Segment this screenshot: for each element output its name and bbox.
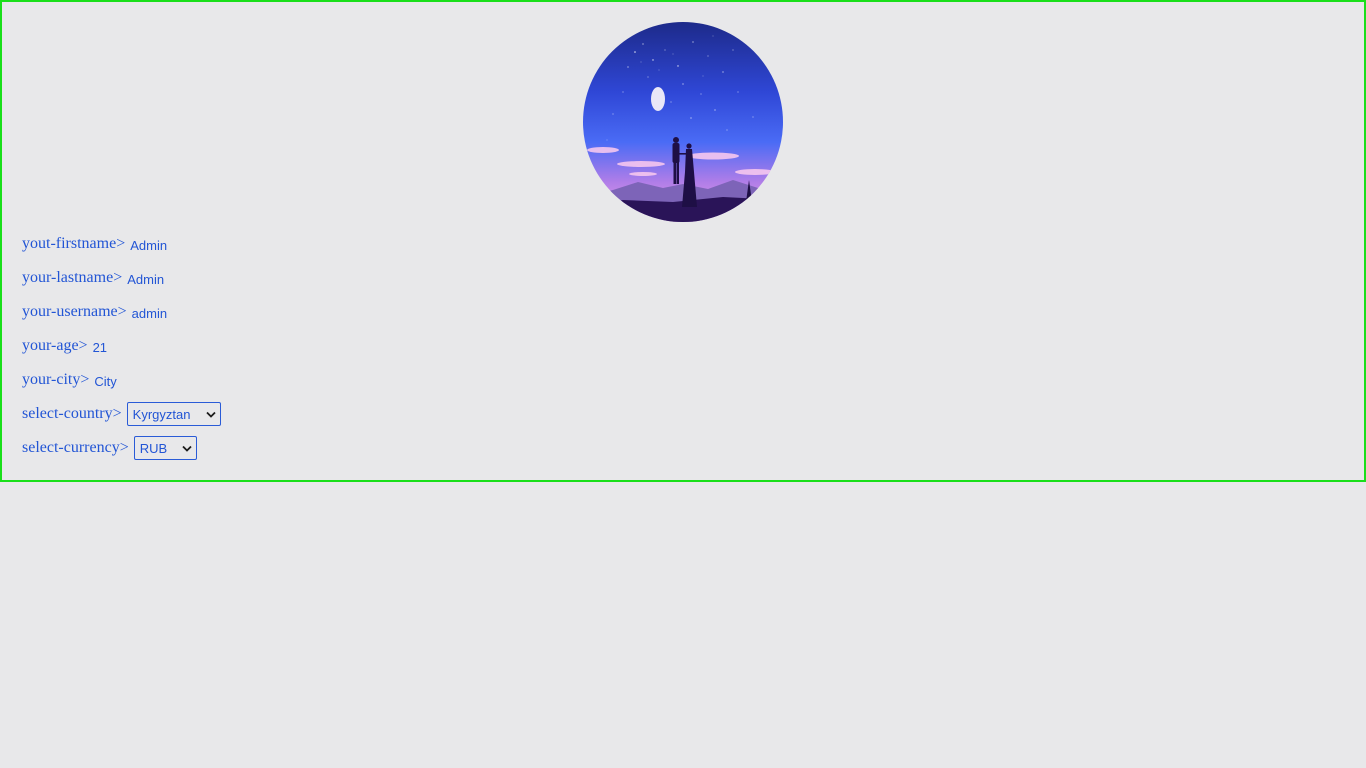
country-row: select-country> Kyrgyztan (22, 402, 221, 426)
country-label: select-country> (22, 405, 122, 422)
lastname-row: your-lastname> Admin (22, 266, 164, 290)
city-label: your-city> (22, 371, 90, 388)
age-row: your-age> 21 (22, 334, 107, 358)
firstname-row: yout-firstname> Admin (22, 232, 167, 256)
lastname-value: Admin (127, 271, 165, 287)
chevron-down-icon (206, 411, 216, 418)
username-label: your-username> (22, 303, 127, 320)
city-row: your-city> City (22, 368, 117, 392)
currency-row: select-currency> RUB (22, 436, 197, 460)
avatar (583, 22, 783, 222)
age-label: your-age> (22, 337, 88, 354)
city-value: City (94, 373, 117, 389)
firstname-value: Admin (130, 237, 168, 253)
chevron-down-icon (182, 445, 192, 452)
currency-select[interactable]: RUB (133, 436, 197, 460)
country-selected-value: Kyrgyztan (132, 406, 191, 422)
country-select[interactable]: Kyrgyztan (126, 402, 221, 426)
age-value: 21 (92, 339, 108, 355)
currency-label: select-currency> (22, 439, 129, 456)
profile-card: yout-firstname> Admin your-lastname> Adm… (0, 0, 1366, 482)
night-sky-couple-avatar (583, 22, 783, 222)
lastname-label: your-lastname> (22, 269, 123, 286)
username-value: admin (131, 305, 168, 321)
firstname-label: yout-firstname> (22, 235, 126, 252)
currency-selected-value: RUB (139, 440, 168, 456)
username-row: your-username> admin (22, 300, 167, 324)
